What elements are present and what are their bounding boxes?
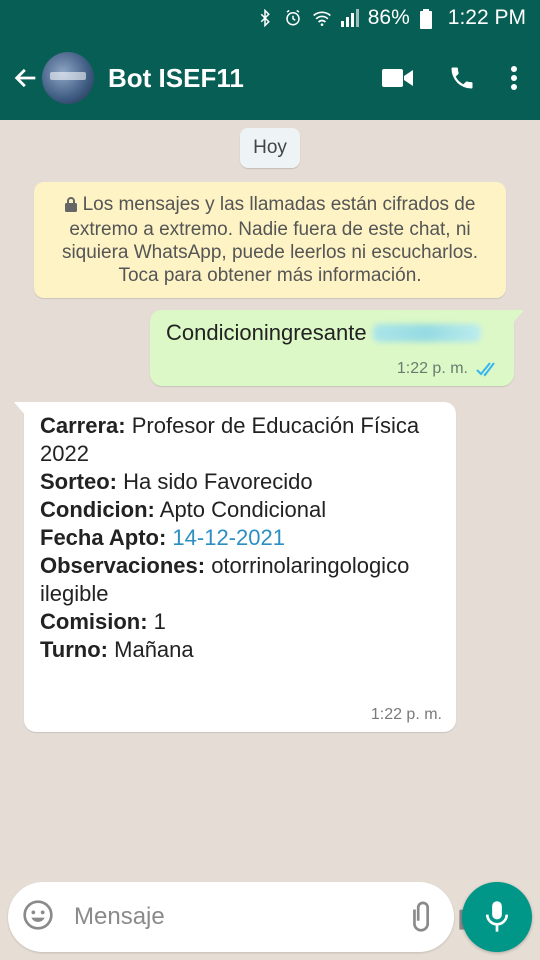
video-call-icon xyxy=(382,69,413,87)
incoming-message-time: 1:22 p. m. xyxy=(370,706,442,723)
paperclip-icon xyxy=(413,901,429,932)
double-check-read-icon xyxy=(476,362,495,377)
phone-icon xyxy=(451,67,473,89)
back-arrow-icon xyxy=(14,68,36,88)
outgoing-message-text: Condicioningresante xyxy=(166,320,367,345)
encryption-notice[interactable]: Los mensajes y las llamadas están cifrad… xyxy=(34,182,506,298)
outgoing-message[interactable]: Condicioningresante 1:22 p. m. xyxy=(150,310,524,386)
mic-icon xyxy=(485,901,509,932)
composer xyxy=(8,882,489,952)
back-button[interactable] xyxy=(6,36,46,120)
info-line-observaciones: Observaciones: otorrinolaringologico ile… xyxy=(40,553,410,606)
battery-percent: 86% xyxy=(367,6,410,29)
video-call-button[interactable] xyxy=(382,67,414,89)
chat-area[interactable]: Hoy Los mensajes y las llamadas están ci… xyxy=(0,120,540,880)
more-options-button[interactable] xyxy=(510,65,518,91)
signal-icon xyxy=(340,9,359,27)
outgoing-message-time: 1:22 p. m. xyxy=(396,360,468,377)
message-input[interactable] xyxy=(72,902,386,932)
emoji-icon xyxy=(23,899,53,930)
lock-icon xyxy=(64,195,77,218)
incoming-message[interactable]: Carrera: Profesor de Educación Física 20… xyxy=(14,402,456,732)
chat-header: Bot ISEF11 xyxy=(0,36,540,120)
bluetooth-icon xyxy=(256,9,274,27)
info-line-carrera: Carrera: Profesor de Educación Física 20… xyxy=(40,413,420,466)
chat-title[interactable]: Bot ISEF11 xyxy=(108,63,382,94)
status-time: 1:22 PM xyxy=(447,6,526,29)
wifi-icon xyxy=(312,9,331,27)
info-line-turno: Turno: Mañana xyxy=(40,637,194,662)
attach-button[interactable] xyxy=(406,901,438,933)
info-line-condicion: Condicion: Apto Condicional xyxy=(40,497,327,522)
info-line-sorteo: Sorteo: Ha sido Favorecido xyxy=(40,469,313,494)
more-vert-icon xyxy=(511,66,517,90)
emoji-button[interactable] xyxy=(22,899,54,936)
battery-icon xyxy=(419,9,438,29)
voice-call-button[interactable] xyxy=(448,64,476,92)
status-bar: 86% 1:22 PM xyxy=(0,0,540,36)
date-link[interactable]: 14-12-2021 xyxy=(166,525,285,550)
alarm-icon xyxy=(284,9,302,27)
info-line-fecha-apto: Fecha Apto: 14-12-2021 xyxy=(40,525,285,550)
info-line-comision: Comision: 1 xyxy=(40,609,166,634)
avatar[interactable] xyxy=(42,52,94,104)
mic-button[interactable] xyxy=(462,882,532,952)
date-chip: Hoy xyxy=(240,128,300,168)
redacted-text xyxy=(372,324,481,342)
encryption-notice-text: Los mensajes y las llamadas están cifrad… xyxy=(61,194,479,286)
